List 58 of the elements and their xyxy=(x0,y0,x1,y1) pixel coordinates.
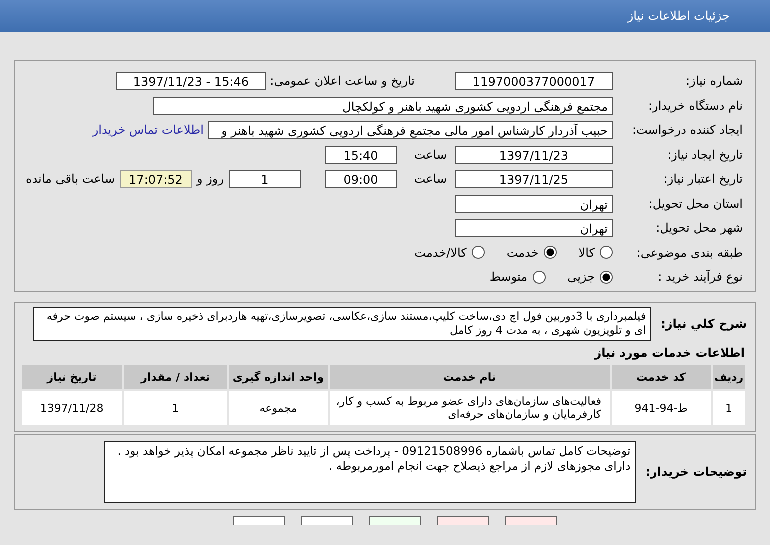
column-header: تاریخ نیاز xyxy=(22,365,122,389)
remaining-label: ساعت باقی مانده xyxy=(24,172,116,186)
radio-label: کالا xyxy=(578,246,595,260)
field-label: تاریخ ایجاد نیاز: xyxy=(666,148,744,162)
field-label: نوع فرآیند خرید : xyxy=(657,270,744,284)
field-label: شرح کلي نياز: xyxy=(660,317,748,331)
need-number-field: 1197000377000017 xyxy=(455,72,613,90)
table-cell: فعالیت‌های سازمان‌های دارای عضو مربوط به کسب و کار، کارفرمایان و سازمان‌های حرفه‌ای xyxy=(330,391,610,425)
field-label: تاریخ و ساعت اعلان عمومی: xyxy=(269,74,416,88)
button[interactable] xyxy=(437,516,489,525)
time-field: 15:40 xyxy=(325,146,397,164)
time-label: ساعت xyxy=(413,172,448,186)
remaining-time-field: 17:07:52 xyxy=(120,170,192,188)
button[interactable] xyxy=(301,516,353,525)
province-field: تهران xyxy=(455,194,613,213)
days-label: روز و xyxy=(196,172,225,186)
radio-label: متوسط xyxy=(490,270,528,284)
radio-label: کالا/خدمت xyxy=(414,246,467,260)
radio-button[interactable] xyxy=(600,270,613,284)
announce-date-field: 1397/11/23 - 15:46 xyxy=(116,72,266,90)
field-label: طبقه بندی موضوعی: xyxy=(636,246,744,260)
button[interactable] xyxy=(505,516,557,525)
table-cell: 1 xyxy=(124,391,228,425)
column-header: نام خدمت xyxy=(330,365,610,389)
button[interactable] xyxy=(233,516,285,525)
column-header: واحد اندازه گیری xyxy=(229,365,328,389)
buyer-org-field: مجتمع فرهنگی اردویی کشوری شهید باهنر و کولکچال xyxy=(153,96,613,115)
city-field: تهران xyxy=(455,219,613,238)
window-title: جزئیات اطلاعات نیاز xyxy=(628,9,730,23)
radio-button[interactable] xyxy=(472,246,485,260)
section-title: اطلاعات خدمات مورد نیاز xyxy=(593,345,746,362)
radio-label: خدمت xyxy=(506,246,539,260)
field-label: شماره نیاز: xyxy=(685,74,744,88)
radio-button[interactable] xyxy=(544,246,557,260)
radio-button[interactable] xyxy=(532,270,546,284)
time-field: 09:00 xyxy=(325,170,397,188)
table-cell: ط-94-941 xyxy=(612,391,712,425)
table-cell: مجموعه xyxy=(229,391,328,425)
field-label: نام دستگاه خریدار: xyxy=(648,98,744,113)
time-label: ساعت xyxy=(413,148,448,162)
column-header: تعداد / مقدار xyxy=(124,365,228,389)
field-label: تاریخ اعتبار نیاز: xyxy=(662,172,744,186)
days-field: 1 xyxy=(229,170,301,188)
field-label: شهر محل تحویل: xyxy=(655,221,744,236)
column-header: کد خدمت xyxy=(612,365,712,389)
radio-label: جزیی xyxy=(568,270,595,284)
column-header: ردیف xyxy=(713,365,745,389)
requester-field: حبیب آذردار کارشناس امور مالی مجتمع فرهنگی اردویی کشوری شهید باهنر و xyxy=(208,121,613,140)
buyer-contact-link[interactable]: اطلاعات تماس خریدار xyxy=(92,123,204,138)
date-field: 1397/11/23 xyxy=(455,146,613,164)
table-cell: 1397/11/28 xyxy=(22,391,122,425)
table-cell: 1 xyxy=(713,391,745,425)
field-label: توضیحات خریدار: xyxy=(644,465,748,479)
field-label: ایجاد کننده درخواست: xyxy=(631,123,744,138)
button[interactable] xyxy=(369,516,421,525)
field-label: استان محل تحویل: xyxy=(648,196,744,211)
radio-button[interactable] xyxy=(600,246,613,260)
date-field: 1397/11/25 xyxy=(455,170,613,188)
